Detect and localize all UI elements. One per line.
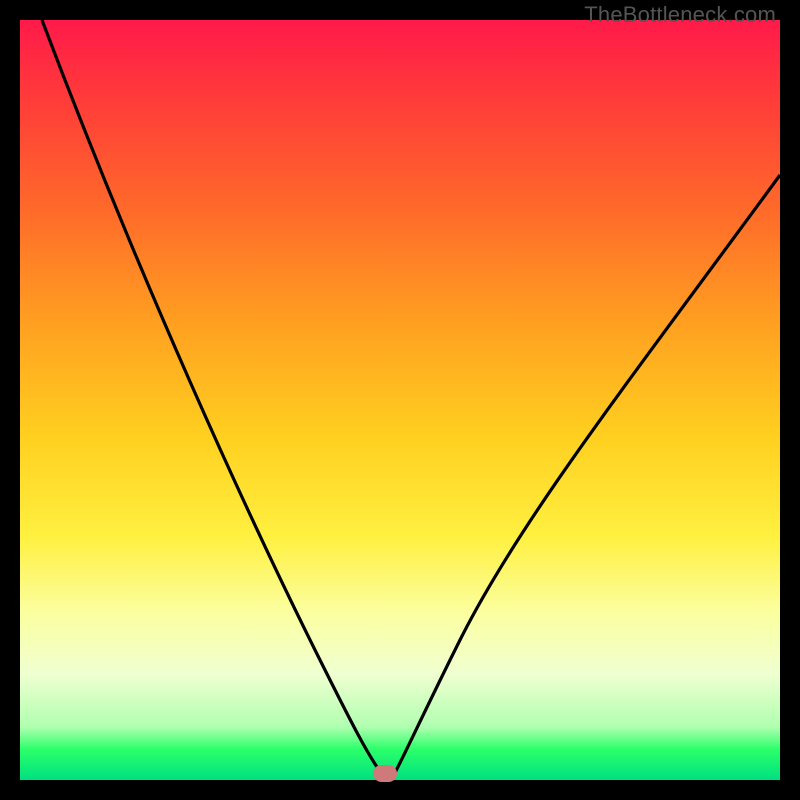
chart-background (20, 20, 780, 780)
